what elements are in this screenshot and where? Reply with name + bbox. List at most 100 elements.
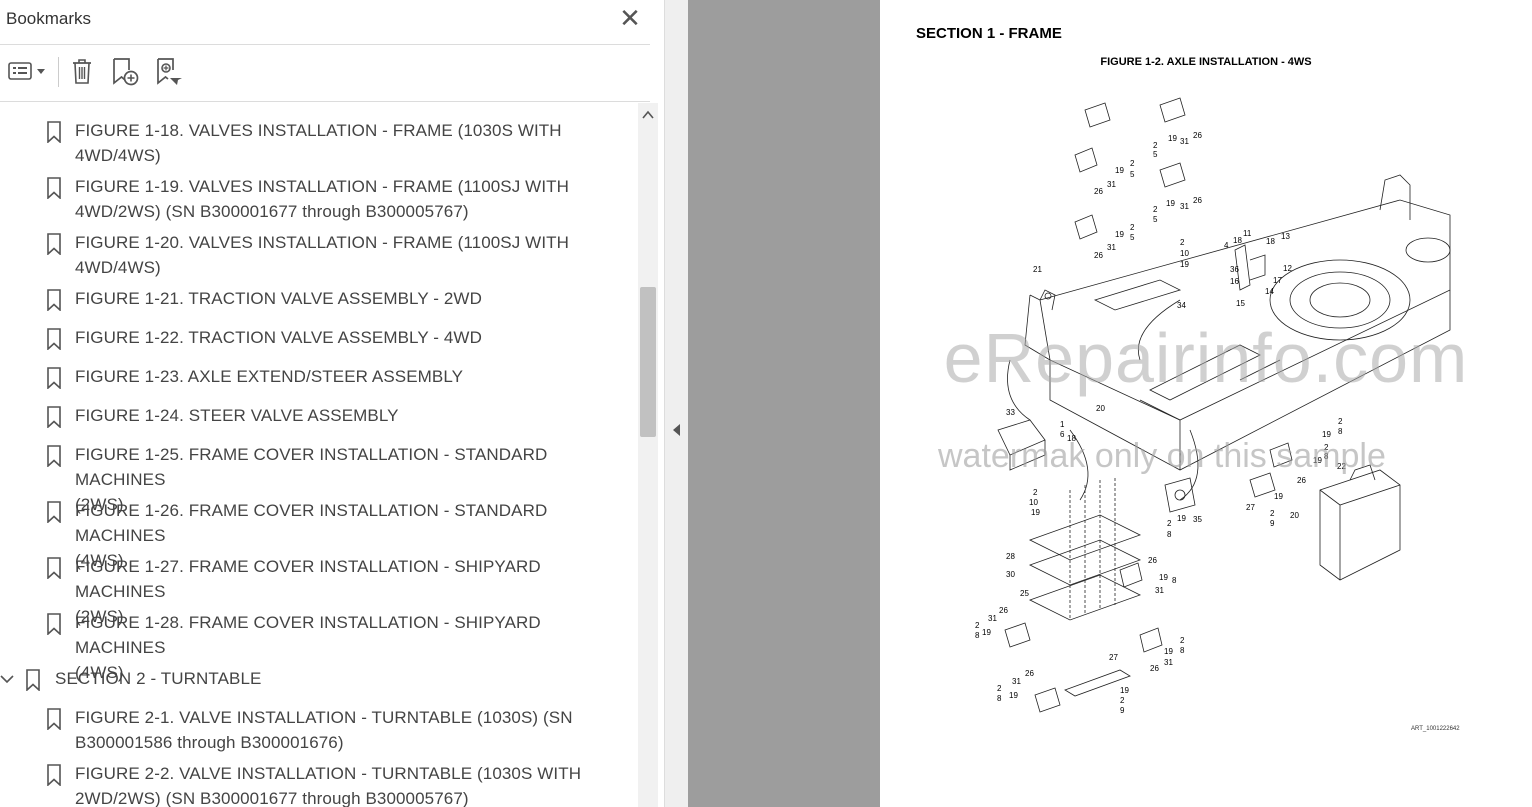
bookmark-item[interactable]: FIGURE 1-21. TRACTION VALVE ASSEMBLY - 2…: [0, 285, 636, 315]
bookmark-icon: [47, 406, 61, 428]
options-menu-icon: [8, 62, 45, 80]
bookmark-item[interactable]: FIGURE 1-22. TRACTION VALVE ASSEMBLY - 4…: [0, 324, 636, 354]
svg-text:19: 19: [1120, 686, 1129, 695]
svg-text:16: 16: [1230, 277, 1239, 286]
bookmarks-list: FIGURE 1-18. VALVES INSTALLATION - FRAME…: [0, 103, 636, 807]
close-icon[interactable]: ✕: [619, 5, 641, 31]
svg-text:10: 10: [1029, 498, 1038, 507]
svg-text:17: 17: [1273, 276, 1282, 285]
bookmark-icon: [47, 177, 61, 199]
bookmark-label: SECTION 2 - TURNTABLE: [55, 669, 262, 688]
bookmark-item[interactable]: FIGURE 1-19. VALVES INSTALLATION - FRAME…: [0, 173, 636, 225]
svg-text:10: 10: [1180, 249, 1189, 258]
svg-text:31: 31: [988, 614, 997, 623]
svg-text:2: 2: [1033, 488, 1038, 497]
bookmark-icon: [47, 233, 61, 255]
svg-text:8: 8: [1338, 427, 1343, 436]
svg-text:18: 18: [1266, 237, 1275, 246]
svg-text:36: 36: [1230, 265, 1239, 274]
bookmark-item[interactable]: FIGURE 1-23. AXLE EXTEND/STEER ASSEMBLY: [0, 363, 636, 393]
axle-block: [1319, 469, 1401, 581]
bookmark-item-partial: [0, 103, 636, 109]
bookmark-item[interactable]: FIGURE 1-28. FRAME COVER INSTALLATION - …: [0, 609, 636, 682]
svg-text:1: 1: [1060, 420, 1065, 429]
svg-text:2: 2: [1270, 509, 1275, 518]
svg-text:2: 2: [1180, 636, 1185, 645]
scrollbar-thumb[interactable]: [640, 287, 656, 437]
svg-text:27: 27: [1246, 503, 1255, 512]
svg-text:8: 8: [1172, 576, 1177, 585]
svg-text:14: 14: [1265, 287, 1274, 296]
bookmark-icon: [47, 445, 61, 467]
svg-text:33: 33: [1006, 408, 1015, 417]
axle-installation-drawing: 26 19 31 2 5 19 31 26 2 5 19 31 26 2 5 1…: [975, 97, 1451, 715]
svg-text:19: 19: [1009, 691, 1018, 700]
bookmark-item[interactable]: FIGURE 2-2. VALVE INSTALLATION - TURNTAB…: [0, 760, 636, 807]
bookmark-item[interactable]: FIGURE 1-25. FRAME COVER INSTALLATION - …: [0, 441, 636, 514]
svg-text:8: 8: [975, 631, 980, 640]
watermark-subtext: watermak only on this sample: [938, 437, 1386, 475]
svg-text:5: 5: [1153, 150, 1158, 159]
svg-text:19: 19: [1031, 508, 1040, 517]
chevron-down-icon[interactable]: [0, 673, 14, 685]
svg-text:26: 26: [1150, 664, 1159, 673]
bookmark-icon: [47, 708, 61, 730]
svg-text:8: 8: [1180, 646, 1185, 655]
scroll-up-icon[interactable]: [642, 109, 654, 121]
svg-text:31: 31: [1012, 677, 1021, 686]
svg-text:19: 19: [1115, 166, 1124, 175]
svg-text:28: 28: [1006, 552, 1015, 561]
bookmark-item[interactable]: FIGURE 1-24. STEER VALVE ASSEMBLY: [0, 402, 636, 432]
collapse-panel-icon[interactable]: [673, 424, 680, 436]
bookmark-label: FIGURE 1-21. TRACTION VALVE ASSEMBLY - 2…: [75, 289, 482, 308]
bookmark-icon: [47, 501, 61, 523]
bookmark-item[interactable]: FIGURE 1-18. VALVES INSTALLATION - FRAME…: [0, 117, 636, 169]
bookmark-item[interactable]: FIGURE 1-26. FRAME COVER INSTALLATION - …: [0, 497, 636, 570]
bookmark-icon: [47, 764, 61, 786]
new-bookmark-icon: [113, 58, 139, 86]
svg-text:19: 19: [1168, 134, 1177, 143]
bookmark-label: FIGURE 1-23. AXLE EXTEND/STEER ASSEMBLY: [75, 367, 464, 386]
bookmark-icon: [47, 289, 61, 311]
svg-text:26: 26: [999, 606, 1008, 615]
svg-text:19: 19: [1180, 260, 1189, 269]
delete-bookmark-icon: [73, 59, 91, 84]
svg-text:19: 19: [1159, 573, 1168, 582]
bookmark-label: FIGURE 2-1. VALVE INSTALLATION - TURNTAB…: [75, 708, 573, 752]
bookmark-icon: [47, 328, 61, 350]
new-bookmark-button[interactable]: [108, 55, 142, 87]
panel-splitter[interactable]: [664, 0, 689, 807]
options-menu-button[interactable]: [4, 55, 48, 87]
svg-text:2: 2: [1180, 238, 1185, 247]
svg-text:26: 26: [1094, 251, 1103, 260]
svg-text:19: 19: [1177, 514, 1186, 523]
svg-text:5: 5: [1130, 233, 1135, 242]
svg-text:5: 5: [1153, 215, 1158, 224]
svg-text:26: 26: [1025, 669, 1034, 678]
toolbar-divider: [58, 57, 59, 87]
svg-text:31: 31: [1107, 180, 1116, 189]
svg-text:26: 26: [1094, 187, 1103, 196]
bookmark-item[interactable]: FIGURE 1-27. FRAME COVER INSTALLATION - …: [0, 553, 636, 626]
svg-text:30: 30: [1006, 570, 1015, 579]
bookmarks-title: Bookmarks: [6, 9, 92, 28]
find-current-bookmark-icon: [157, 58, 182, 85]
bookmark-section-item[interactable]: SECTION 2 - TURNTABLE: [0, 665, 636, 695]
svg-text:4: 4: [1224, 241, 1229, 250]
svg-text:35: 35: [1193, 515, 1202, 524]
plate: [1093, 279, 1182, 311]
svg-text:21: 21: [1033, 265, 1042, 274]
svg-text:8: 8: [1167, 530, 1172, 539]
find-current-bookmark-button[interactable]: [152, 55, 184, 87]
bookmarks-panel: Bookmarks ✕ FIGURE 1-18. VALVES INSTALLA…: [0, 0, 664, 807]
bookmarks-scrollbar[interactable]: [638, 103, 658, 807]
svg-text:26: 26: [1193, 131, 1202, 140]
bookmark-item[interactable]: FIGURE 2-1. VALVE INSTALLATION - TURNTAB…: [0, 704, 636, 756]
delete-bookmark-button[interactable]: [66, 55, 98, 87]
svg-text:2: 2: [1338, 417, 1343, 426]
svg-text:12: 12: [1283, 264, 1292, 273]
bookmark-item[interactable]: FIGURE 1-20. VALVES INSTALLATION - FRAME…: [0, 229, 636, 281]
art-id-label: ART_1001222642: [1411, 726, 1460, 732]
bookmark-icon: [47, 367, 61, 389]
svg-text:19: 19: [1115, 230, 1124, 239]
